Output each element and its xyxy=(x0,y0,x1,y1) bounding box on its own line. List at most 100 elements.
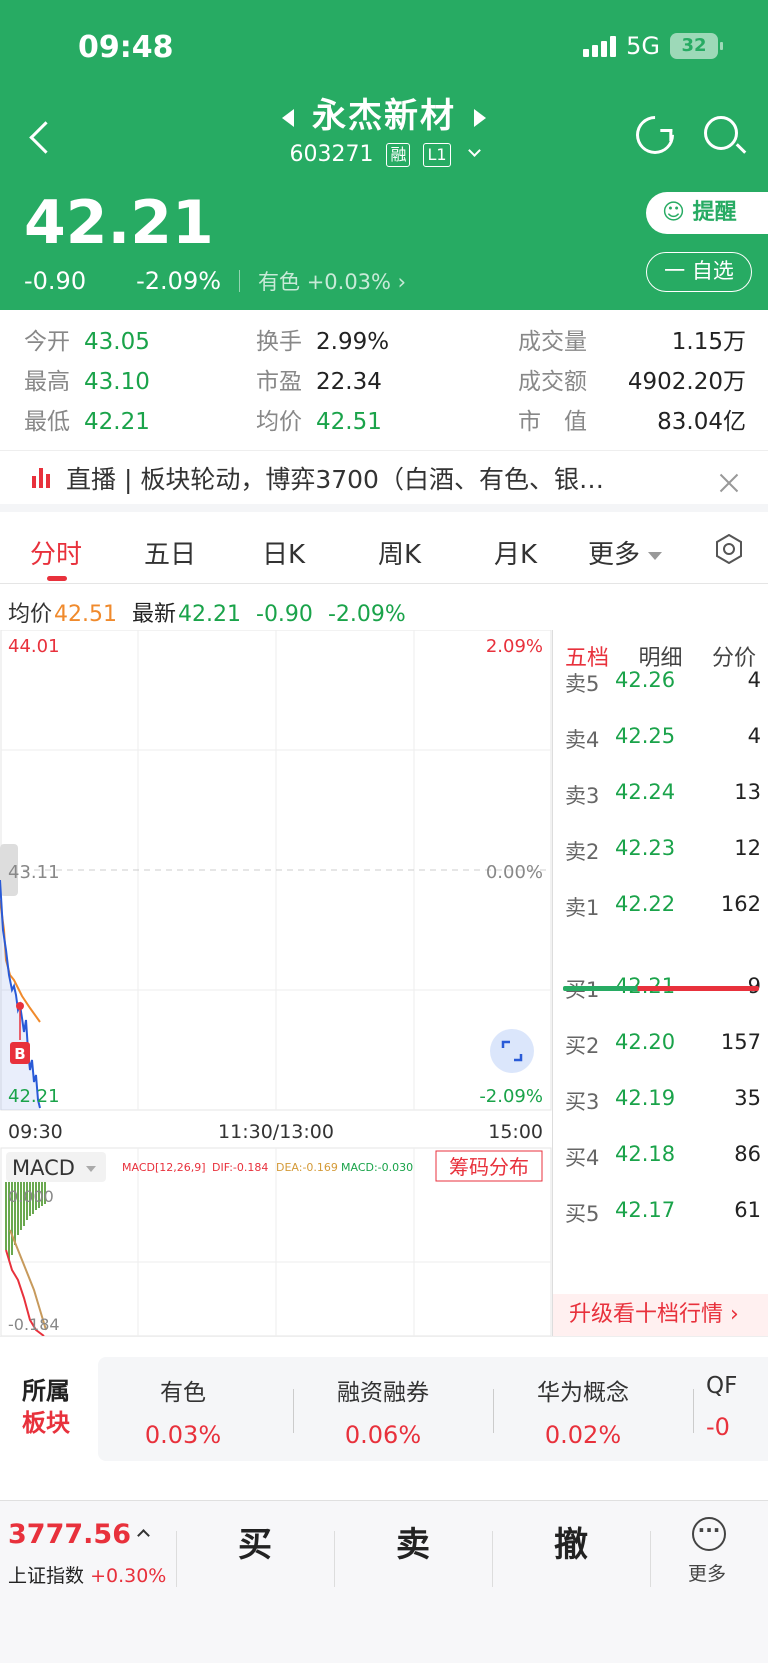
sector-item-qf[interactable]: QF -0 xyxy=(706,1373,768,1441)
level-volume: 162 xyxy=(720,892,761,916)
related-sectors: 所属 板块 有色 0.03% 融资融券 0.06% 华为概念 0.02% QF -0 xyxy=(0,1336,768,1476)
level-price: 42.23 xyxy=(615,836,676,860)
live-bars-icon xyxy=(32,467,50,488)
live-text: 直播 | 板块轮动，博弈3700（白酒、有色、银… xyxy=(66,464,604,494)
level-label: 卖3 xyxy=(565,784,600,808)
time-mid-label: 11:30/13:00 xyxy=(218,1121,334,1143)
stat-open: 今开 43.05 xyxy=(24,329,150,355)
pct-low-label: -2.09% xyxy=(479,1086,543,1107)
chevron-down-icon xyxy=(648,551,663,560)
chart-info-row: 均价42.51 最新42.21 -0.90 -2.09% xyxy=(8,596,414,628)
alert-button[interactable]: ☺ 提醒 xyxy=(646,192,768,234)
divider xyxy=(693,1389,694,1433)
macd-top-label: 0.000 xyxy=(8,1187,54,1206)
bid-row-5[interactable]: 买5 42.17 61 xyxy=(565,1198,761,1228)
level-volume: 4 xyxy=(747,668,761,692)
cancel-order-button[interactable]: 撤 xyxy=(496,1517,646,1566)
level-volume: 35 xyxy=(734,1086,761,1110)
stat-high: 最高 43.10 xyxy=(24,369,150,395)
ask-row-4[interactable]: 卖4 42.25 4 xyxy=(565,724,761,754)
divider xyxy=(293,1389,294,1433)
sector-link[interactable]: 有色 +0.03% › xyxy=(258,266,406,296)
tab-intraday[interactable]: 分时 xyxy=(30,534,82,571)
level-label: 卖4 xyxy=(565,728,600,752)
level-price: 42.17 xyxy=(615,1198,676,1222)
divider xyxy=(239,270,241,292)
last-value: 42.21 xyxy=(178,602,241,627)
order-book: 五档 明细 分价 卖5 42.26 4 卖4 42.25 4 卖3 42.24 13 卖2 42.2… xyxy=(552,630,768,1336)
sector-item-margin[interactable]: 融资融券 0.06% xyxy=(298,1373,468,1449)
more-label[interactable]: 更多 xyxy=(688,1559,726,1586)
level-volume: 157 xyxy=(720,1030,761,1054)
stat-amount: 4902.20万 xyxy=(627,369,746,395)
level-label: 卖5 xyxy=(565,672,600,696)
level-volume: 61 xyxy=(734,1198,761,1222)
status-icons: 5G 32 xyxy=(583,32,723,60)
live-banner[interactable]: 直播 | 板块轮动，博弈3700（白酒、有色、银… xyxy=(0,450,768,512)
upgrade-ten-levels-link[interactable]: 升级看十档行情 › xyxy=(553,1294,768,1336)
fullscreen-button[interactable] xyxy=(490,1029,534,1073)
level-volume: 12 xyxy=(734,836,761,860)
price-change-row: -0.90 -2.09% 有色 +0.03% › xyxy=(24,266,406,296)
sell-button[interactable]: 卖 xyxy=(338,1517,488,1566)
bid-ask-ratio-bar xyxy=(563,986,759,991)
bottom-action-bar: 3777.56 上证指数 +0.30% 买 卖 撤 ··· 更多 xyxy=(0,1500,768,1663)
time-end-label: 15:00 xyxy=(488,1121,543,1143)
bid-row-3[interactable]: 买3 42.19 35 xyxy=(565,1086,761,1116)
level-volume: 13 xyxy=(734,780,761,804)
stat-low: 最低 42.21 xyxy=(24,409,150,435)
divider xyxy=(493,1389,494,1433)
ask-row-1[interactable]: 卖1 42.22 162 xyxy=(565,892,761,922)
bid-row-4[interactable]: 买4 42.18 86 xyxy=(565,1142,761,1172)
chart-svg: B 44.01 2.09% 43.11 0.00% 42.21 -2.09% 0… xyxy=(0,629,552,1337)
divider xyxy=(176,1531,177,1587)
tab-weekly[interactable]: 周K xyxy=(378,534,421,571)
bid-row-2[interactable]: 买2 42.20 157 xyxy=(565,1030,761,1060)
tab-five-day[interactable]: 五日 xyxy=(144,534,196,571)
index-pct: +0.30% xyxy=(90,1565,167,1587)
prev-stock-icon[interactable] xyxy=(282,108,294,127)
price-change: -0.90 xyxy=(24,267,87,295)
sectors-card: 有色 0.03% 融资融券 0.06% 华为概念 0.02% QF -0 xyxy=(98,1357,768,1461)
tab-underline xyxy=(47,576,67,581)
divider xyxy=(334,1531,335,1587)
price-mid-label: 43.11 xyxy=(8,862,60,883)
level-label: 买4 xyxy=(565,1146,600,1170)
tab-monthly[interactable]: 月K xyxy=(494,534,537,571)
macd-bottom-label: -0.184 xyxy=(8,1315,60,1334)
ask-row-3[interactable]: 卖3 42.24 13 xyxy=(565,780,761,810)
divider xyxy=(492,1531,493,1587)
level-label: 卖2 xyxy=(565,840,600,864)
sectors-title: 所属 板块 xyxy=(22,1377,70,1437)
stat-amount-label: 成交额 xyxy=(518,369,587,395)
macd-params: MACD[12,26,9] xyxy=(122,1161,206,1174)
macd-value: MACD:-0.030 xyxy=(341,1161,413,1174)
macd-dif: DIF:-0.184 xyxy=(212,1161,268,1174)
ask-row-5[interactable]: 卖5 42.26 4 xyxy=(565,668,761,698)
trade-point-icon xyxy=(16,1002,24,1010)
level-label: 买3 xyxy=(565,1090,600,1114)
watchlist-button[interactable]: 一 自选 xyxy=(646,252,752,292)
tab-daily[interactable]: 日K xyxy=(262,534,305,571)
tab-more[interactable]: 更多 xyxy=(588,534,663,571)
level-price: 42.18 xyxy=(615,1142,676,1166)
index-value[interactable]: 3777.56 xyxy=(8,1519,150,1550)
price-low-label: 42.21 xyxy=(8,1086,60,1107)
level-label: 买5 xyxy=(565,1202,600,1226)
buy-marker-label: B xyxy=(14,1045,25,1063)
stock-header: 09:48 5G 32 永杰新材 603271 融 L1 42.21 -0.90… xyxy=(0,0,768,310)
intraday-chart[interactable]: B 44.01 2.09% 43.11 0.00% 42.21 -2.09% 0… xyxy=(0,629,552,1337)
level-price: 42.20 xyxy=(615,1030,676,1054)
sector-item-huawei[interactable]: 华为概念 0.02% xyxy=(498,1373,668,1449)
more-icon[interactable]: ··· xyxy=(692,1517,726,1551)
ask-row-2[interactable]: 卖2 42.23 12 xyxy=(565,836,761,866)
next-stock-icon[interactable] xyxy=(474,108,486,127)
settings-icon[interactable] xyxy=(714,534,744,564)
index-name-row: 上证指数 +0.30% xyxy=(8,1565,167,1587)
stock-name: 永杰新材 xyxy=(312,96,456,136)
margin-tag: 融 xyxy=(386,143,411,167)
buy-button[interactable]: 买 xyxy=(180,1517,330,1566)
search-icon[interactable] xyxy=(704,116,738,150)
close-icon[interactable] xyxy=(718,471,740,493)
sector-item-nonferrous[interactable]: 有色 0.03% xyxy=(98,1373,268,1449)
